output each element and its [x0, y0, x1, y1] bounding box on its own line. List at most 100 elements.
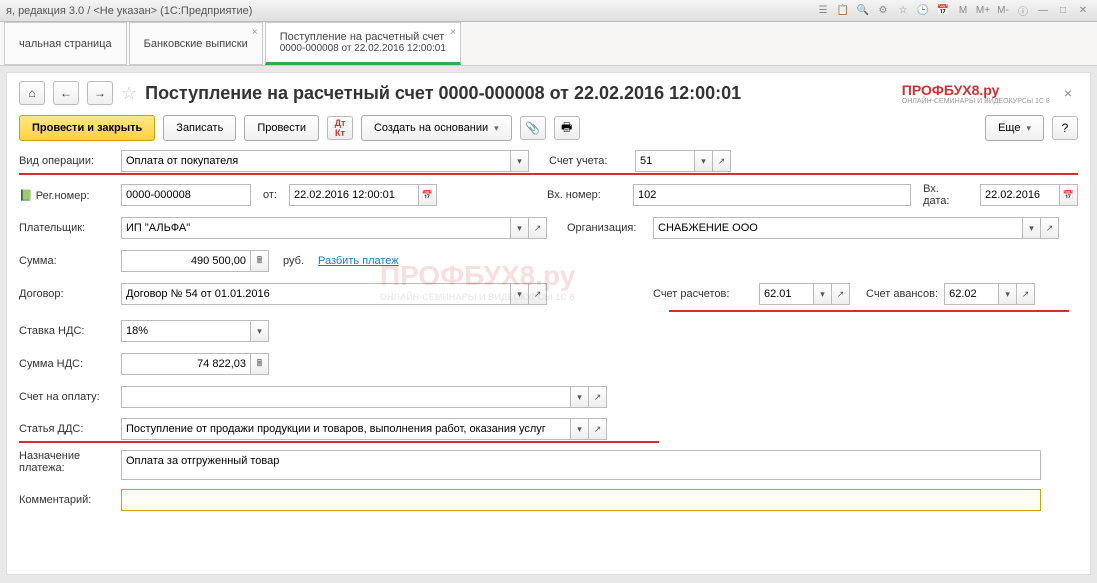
- comment-label: Комментарий:: [19, 494, 115, 506]
- tab-bar: чальная страница Банковские выписки× Пос…: [0, 22, 1097, 66]
- highlight-line: [669, 310, 1069, 312]
- window-titlebar: я, редакция 3.0 / <Не указан> (1С:Предпр…: [0, 0, 1097, 22]
- save-button[interactable]: Записать: [163, 115, 236, 141]
- page-title: Поступление на расчетный счет 0000-00000…: [145, 83, 894, 104]
- dropdown-icon[interactable]: ▾: [814, 283, 832, 305]
- vat-rate-label: Ставка НДС:: [19, 325, 115, 337]
- open-icon[interactable]: ↗: [589, 418, 607, 440]
- sum-input[interactable]: [121, 250, 251, 272]
- tool-icon[interactable]: 📋: [835, 3, 851, 19]
- dt-kt-button[interactable]: ДтКт: [327, 116, 353, 140]
- in-no-label: Вх. номер:: [547, 189, 627, 201]
- dropdown-icon[interactable]: ▾: [571, 386, 589, 408]
- brand-logo: ПРОФБУХ8.ру ОНЛАЙН-СЕМИНАРЫ И ВИДЕОКУРСЫ…: [902, 82, 1050, 105]
- open-icon[interactable]: ↗: [529, 217, 547, 239]
- contract-label: Договор:: [19, 288, 115, 300]
- calc-icon[interactable]: 🖩: [251, 353, 269, 375]
- vat-rate-input[interactable]: [121, 320, 251, 342]
- open-icon[interactable]: ↗: [1041, 217, 1059, 239]
- in-date-label: Вх. дата:: [923, 183, 968, 207]
- dropdown-icon[interactable]: ▾: [511, 217, 529, 239]
- titlebar-controls: ☰ 📋 🔍 ⚙ ☆ 🕒 📅 M M+ M- ⓘ — □ ✕: [815, 3, 1091, 19]
- reg-no-label: 📗 Рег.номер:: [19, 189, 115, 202]
- dropdown-icon[interactable]: ▾: [251, 320, 269, 342]
- vat-sum-label: Сумма НДС:: [19, 358, 115, 370]
- open-icon[interactable]: ↗: [1017, 283, 1035, 305]
- tab-receipt[interactable]: Поступление на расчетный счет 0000-00000…: [265, 22, 461, 65]
- date-input[interactable]: [289, 184, 419, 206]
- comment-input[interactable]: [121, 489, 1041, 511]
- dropdown-icon[interactable]: ▾: [511, 283, 529, 305]
- reg-no-input[interactable]: [121, 184, 251, 206]
- dds-input[interactable]: [121, 418, 571, 440]
- dropdown-icon[interactable]: ▾: [1023, 217, 1041, 239]
- m-minus-btn[interactable]: M-: [995, 3, 1011, 19]
- invoice-label: Счет на оплату:: [19, 391, 115, 403]
- info-icon[interactable]: ⓘ: [1015, 3, 1031, 19]
- window-title: я, редакция 3.0 / <Не указан> (1С:Предпр…: [6, 5, 252, 17]
- tool-icon[interactable]: ⚙: [875, 3, 891, 19]
- attach-button[interactable]: 📎: [520, 116, 546, 140]
- op-type-input[interactable]: [121, 150, 511, 172]
- m-btn[interactable]: M: [955, 3, 971, 19]
- back-button[interactable]: ←: [53, 81, 79, 105]
- in-no-input[interactable]: [633, 184, 911, 206]
- minimize-icon[interactable]: —: [1035, 3, 1051, 19]
- purpose-input[interactable]: Оплата за отгруженный товар: [121, 450, 1041, 480]
- home-button[interactable]: ⌂: [19, 81, 45, 105]
- dropdown-icon[interactable]: ▾: [511, 150, 529, 172]
- favorite-icon[interactable]: ☆: [121, 83, 137, 104]
- calendar-icon[interactable]: 📅: [1060, 184, 1078, 206]
- create-on-button[interactable]: Создать на основании: [361, 115, 512, 141]
- maximize-icon[interactable]: □: [1055, 3, 1071, 19]
- post-button[interactable]: Провести: [244, 115, 319, 141]
- m-plus-btn[interactable]: M+: [975, 3, 991, 19]
- star-icon[interactable]: ☆: [895, 3, 911, 19]
- dropdown-icon[interactable]: ▾: [999, 283, 1017, 305]
- acc-adv-input[interactable]: [944, 283, 999, 305]
- tool-icon[interactable]: ☰: [815, 3, 831, 19]
- close-page-icon[interactable]: ×: [1058, 85, 1078, 101]
- tab-home[interactable]: чальная страница: [4, 22, 127, 65]
- open-icon[interactable]: ↗: [832, 283, 850, 305]
- calc-icon[interactable]: 🖩: [251, 250, 269, 272]
- calendar-icon[interactable]: 📅: [419, 184, 437, 206]
- calc-icon[interactable]: 📅: [935, 3, 951, 19]
- print-button[interactable]: 🖶: [554, 116, 580, 140]
- tab-close-icon[interactable]: ×: [252, 27, 258, 38]
- org-label: Организация:: [567, 222, 647, 234]
- contract-input[interactable]: [121, 283, 511, 305]
- toolbar: Провести и закрыть Записать Провести ДтК…: [19, 115, 1078, 141]
- forward-button[interactable]: →: [87, 81, 113, 105]
- split-payment-link[interactable]: Разбить платеж: [318, 255, 399, 267]
- dropdown-icon[interactable]: ▾: [571, 418, 589, 440]
- post-close-button[interactable]: Провести и закрыть: [19, 115, 155, 141]
- help-button[interactable]: ?: [1052, 116, 1078, 140]
- dropdown-icon[interactable]: ▾: [695, 150, 713, 172]
- open-icon[interactable]: ↗: [589, 386, 607, 408]
- acc-calc-input[interactable]: [759, 283, 814, 305]
- org-input[interactable]: [653, 217, 1023, 239]
- account-input[interactable]: [635, 150, 695, 172]
- invoice-input[interactable]: [121, 386, 571, 408]
- payer-label: Плательщик:: [19, 222, 115, 234]
- open-icon[interactable]: ↗: [529, 283, 547, 305]
- sum-label: Сумма:: [19, 255, 115, 267]
- vat-sum-input[interactable]: [121, 353, 251, 375]
- more-button[interactable]: Еще: [985, 115, 1044, 141]
- tab-bank[interactable]: Банковские выписки×: [129, 22, 263, 65]
- acc-calc-label: Счет расчетов:: [653, 288, 753, 300]
- from-label: от:: [263, 189, 277, 201]
- payer-input[interactable]: [121, 217, 511, 239]
- in-date-input[interactable]: [980, 184, 1060, 206]
- tool-icon[interactable]: 🔍: [855, 3, 871, 19]
- tab-close-icon[interactable]: ×: [450, 27, 456, 38]
- open-icon[interactable]: ↗: [713, 150, 731, 172]
- rub-label: руб.: [283, 255, 304, 267]
- purpose-label: Назначение платежа:: [19, 450, 115, 474]
- tool-icon[interactable]: 🕒: [915, 3, 931, 19]
- close-icon[interactable]: ✕: [1075, 3, 1091, 19]
- dds-label: Статья ДДС:: [19, 423, 115, 435]
- acc-adv-label: Счет авансов:: [866, 288, 938, 300]
- op-type-label: Вид операции:: [19, 155, 115, 167]
